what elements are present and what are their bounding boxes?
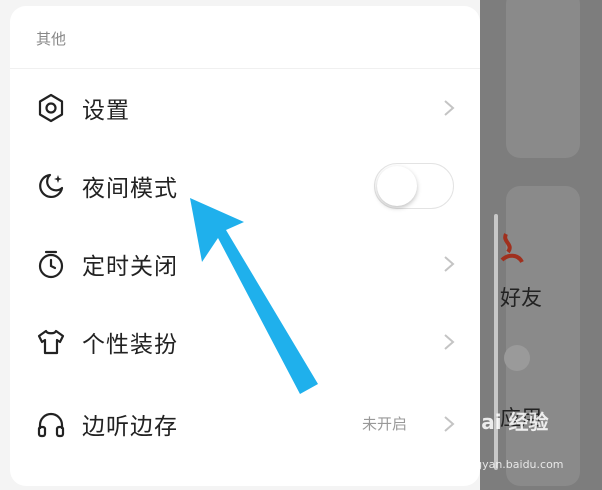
watermark-url: jingyan.baidu.com	[462, 458, 564, 471]
watermark-logo: Bai 经验	[466, 410, 549, 434]
